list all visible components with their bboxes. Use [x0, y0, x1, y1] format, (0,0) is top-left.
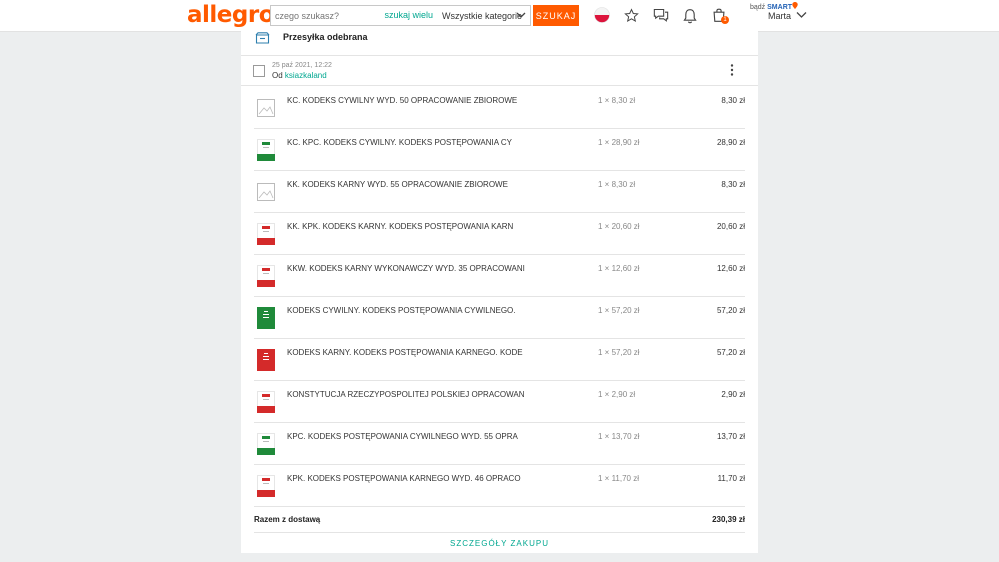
order-item-row[interactable]: KPK. KODEKS POSTĘPOWANIA KARNEGO WYD. 46… — [254, 464, 745, 507]
order-item-row[interactable]: KC. KODEKS CYWILNY WYD. 50 OPRACOWANIE Z… — [254, 86, 745, 129]
order-item-row[interactable]: KKW. KODEKS KARNY WYKONAWCZY WYD. 35 OPR… — [254, 254, 745, 297]
package-icon — [255, 32, 270, 44]
order-status-row: Przesyłka odebrana — [241, 31, 758, 56]
product-thumbnail[interactable] — [257, 349, 275, 371]
product-thumbnail[interactable] — [257, 265, 275, 287]
product-quantity-price: 1 × 11,70 zł — [598, 474, 639, 483]
order-item-row[interactable]: KPC. KODEKS POSTĘPOWANIA CYWILNEGO WYD. … — [254, 422, 745, 465]
product-quantity-price: 1 × 20,60 zł — [598, 222, 640, 231]
product-name[interactable]: KODEKS KARNY. KODEKS POSTĘPOWANIA KARNEG… — [287, 348, 523, 357]
order-header: 25 paź 2021, 12:22 Od ksiazkaland — [241, 55, 758, 86]
order-item-row[interactable]: KODEKS KARNY. KODEKS POSTĘPOWANIA KARNEG… — [254, 338, 745, 381]
product-quantity-price: 1 × 57,20 zł — [598, 306, 640, 315]
category-select[interactable]: Wszystkie kategorie — [436, 5, 531, 26]
seller-link[interactable]: ksiazkaland — [285, 71, 327, 80]
smart-promo[interactable]: bądź SMART — [750, 2, 798, 11]
search-many-link[interactable]: szukaj wielu — [384, 10, 433, 20]
product-thumbnail[interactable] — [257, 475, 275, 497]
search-button[interactable]: SZUKAJ — [533, 5, 579, 26]
order-date: 25 paź 2021, 12:22 — [272, 62, 332, 69]
order-item-row[interactable]: KC. KPC. KODEKS CYWILNY. KODEKS POSTĘPOW… — [254, 128, 745, 171]
product-quantity-price: 1 × 28,90 zł — [598, 138, 640, 147]
product-total-price: 57,20 zł — [716, 306, 745, 315]
product-thumbnail[interactable] — [257, 97, 275, 119]
order-item-row[interactable]: KK. KODEKS KARNY WYD. 55 OPRACOWANIE ZBI… — [254, 170, 745, 213]
star-icon[interactable] — [624, 8, 639, 23]
chevron-down-icon — [516, 12, 526, 18]
search-input[interactable] — [275, 8, 385, 23]
poland-flag-icon[interactable] — [594, 7, 610, 23]
product-name[interactable]: KKW. KODEKS KARNY WYKONAWCZY WYD. 35 OPR… — [287, 264, 525, 273]
order-total-row: Razem z dostawą 230,39 zł — [254, 506, 745, 533]
product-thumbnail[interactable] — [257, 433, 275, 455]
search-box: szukaj wielu — [270, 5, 438, 26]
product-thumbnail[interactable] — [257, 391, 275, 413]
cart-count-badge: 1 — [721, 16, 729, 24]
product-total-price: 28,90 zł — [716, 138, 745, 147]
messages-icon[interactable] — [653, 8, 669, 23]
chevron-down-icon[interactable] — [796, 11, 807, 19]
product-name[interactable]: KPK. KODEKS POSTĘPOWANIA KARNEGO WYD. 46… — [287, 474, 521, 483]
more-options-icon[interactable] — [730, 64, 734, 76]
product-total-price: 8,30 zł — [721, 96, 745, 105]
category-select-label: Wszystkie kategorie — [442, 11, 523, 21]
product-quantity-price: 1 × 57,20 zł — [598, 348, 640, 357]
product-total-price: 8,30 zł — [721, 180, 745, 189]
product-quantity-price: 1 × 13,70 zł — [598, 432, 640, 441]
product-quantity-price: 1 × 12,60 zł — [598, 264, 640, 273]
smart-prefix: bądź — [750, 4, 766, 11]
product-name[interactable]: KC. KODEKS CYWILNY WYD. 50 OPRACOWANIE Z… — [287, 96, 517, 105]
order-panel: Przesyłka odebrana 25 paź 2021, 12:22 Od… — [241, 31, 758, 553]
product-total-price: 20,60 zł — [716, 222, 745, 231]
order-checkbox[interactable] — [253, 65, 265, 77]
product-total-price: 12,60 zł — [716, 264, 745, 273]
user-name[interactable]: Marta — [768, 11, 791, 21]
product-name[interactable]: KK. KODEKS KARNY WYD. 55 OPRACOWANIE ZBI… — [287, 180, 508, 189]
order-item-row[interactable]: KONSTYTUCJA RZECZYPOSPOLITEJ POLSKIEJ OP… — [254, 380, 745, 423]
product-name[interactable]: KPC. KODEKS POSTĘPOWANIA CYWILNEGO WYD. … — [287, 432, 518, 441]
order-item-row[interactable]: KK. KPK. KODEKS KARNY. KODEKS POSTĘPOWAN… — [254, 212, 745, 255]
product-thumbnail[interactable] — [257, 223, 275, 245]
product-name[interactable]: KC. KPC. KODEKS CYWILNY. KODEKS POSTĘPOW… — [287, 138, 512, 147]
total-label: Razem z dostawą — [254, 515, 321, 524]
total-value: 230,39 zł — [712, 515, 745, 524]
order-item-row[interactable]: KODEKS CYWILNY. KODEKS POSTĘPOWANIA CYWI… — [254, 296, 745, 339]
product-name[interactable]: KODEKS CYWILNY. KODEKS POSTĘPOWANIA CYWI… — [287, 306, 516, 315]
allegro-logo[interactable]: allegro — [187, 2, 275, 28]
product-total-price: 11,70 zł — [717, 474, 745, 483]
product-quantity-price: 1 × 2,90 zł — [598, 390, 636, 399]
product-quantity-price: 1 × 8,30 zł — [598, 180, 636, 189]
seller-prefix: Od — [272, 71, 283, 80]
product-thumbnail[interactable] — [257, 181, 275, 203]
product-name[interactable]: KK. KPK. KODEKS KARNY. KODEKS POSTĘPOWAN… — [287, 222, 513, 231]
product-thumbnail[interactable] — [257, 307, 275, 329]
product-quantity-price: 1 × 8,30 zł — [598, 96, 636, 105]
order-seller: Od ksiazkaland — [272, 71, 327, 80]
bell-icon[interactable] — [683, 8, 697, 24]
product-thumbnail[interactable] — [257, 139, 275, 161]
top-header: allegro szukaj wielu Wszystkie kategorie… — [0, 0, 999, 32]
product-total-price: 13,70 zł — [716, 432, 745, 441]
smart-brand: SMART — [767, 4, 793, 11]
product-total-price: 2,90 zł — [721, 390, 745, 399]
order-status: Przesyłka odebrana — [283, 32, 368, 42]
purchase-details-link[interactable]: SZCZEGÓŁY ZAKUPU — [241, 539, 758, 548]
product-name[interactable]: KONSTYTUCJA RZECZYPOSPOLITEJ POLSKIEJ OP… — [287, 390, 525, 399]
product-total-price: 57,20 zł — [716, 348, 745, 357]
smart-pin-icon — [792, 2, 798, 9]
